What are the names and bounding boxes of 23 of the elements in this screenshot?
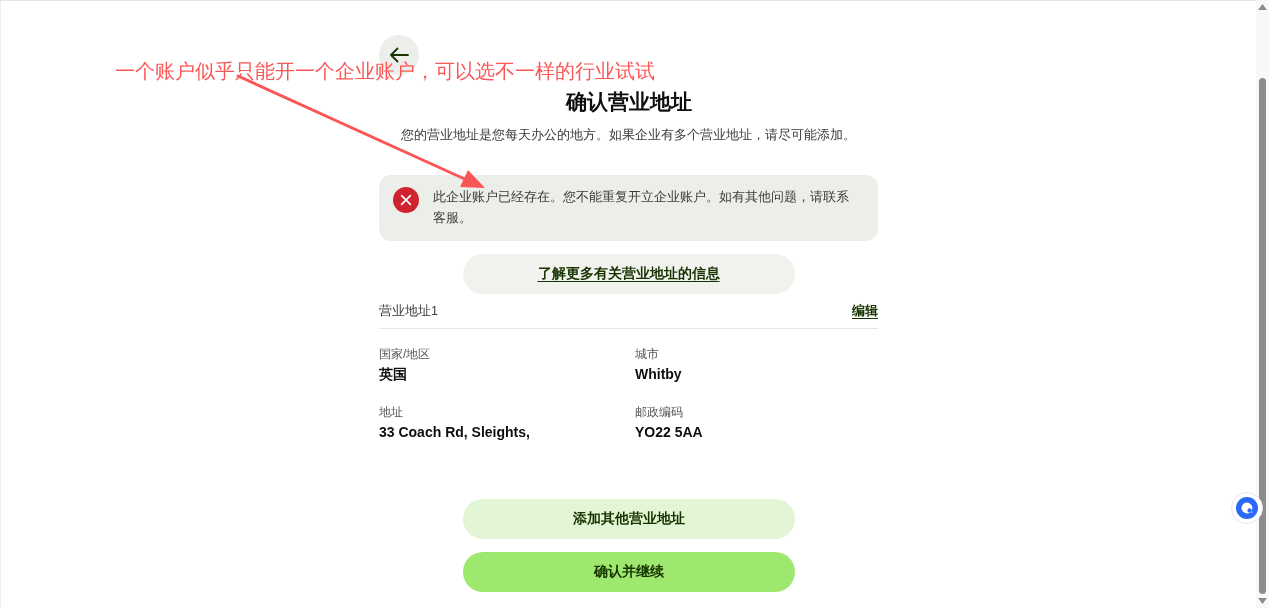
annotation-text: 一个账户似乎只能开一个企业账户，可以选不一样的行业试试 xyxy=(115,59,655,84)
scroll-down-icon[interactable] xyxy=(1258,598,1267,604)
field-value: 英国 xyxy=(379,364,408,384)
field-value: 33 Coach Rd, Sleights, xyxy=(379,422,531,442)
add-address-button[interactable]: 添加其他营业地址 xyxy=(462,498,795,539)
page-title: 确认营业地址 xyxy=(564,89,693,115)
page-subtitle: 您的营业地址是您每天办公的地方。如果企业有多个营业地址，请尽可能添加。 xyxy=(400,127,857,144)
error-icon xyxy=(393,187,419,213)
learn-more-link[interactable]: 了解更多有关营业地址的信息 xyxy=(462,254,795,294)
field-label: 邮政编码 xyxy=(635,403,684,421)
scroll-up-icon[interactable] xyxy=(1258,4,1267,10)
alert-message: 此企业账户已经存在。您不能重复开立企业账户。如有其他问题，请联系客服。 xyxy=(433,189,850,227)
back-arrow-icon xyxy=(389,47,409,63)
edit-link[interactable]: 编辑 xyxy=(852,302,878,321)
field-label: 国家/地区 xyxy=(379,345,432,363)
section-title: 营业地址1 xyxy=(379,303,438,320)
field-value: Whitby xyxy=(635,364,683,384)
confirm-button[interactable]: 确认并继续 xyxy=(462,551,795,592)
field-label: 城市 xyxy=(635,345,660,363)
chat-button[interactable] xyxy=(1231,492,1263,524)
field-value: YO22 5AA xyxy=(635,422,704,442)
scrollbar-thumb[interactable] xyxy=(1259,78,1266,594)
field-label: 地址 xyxy=(379,403,404,421)
